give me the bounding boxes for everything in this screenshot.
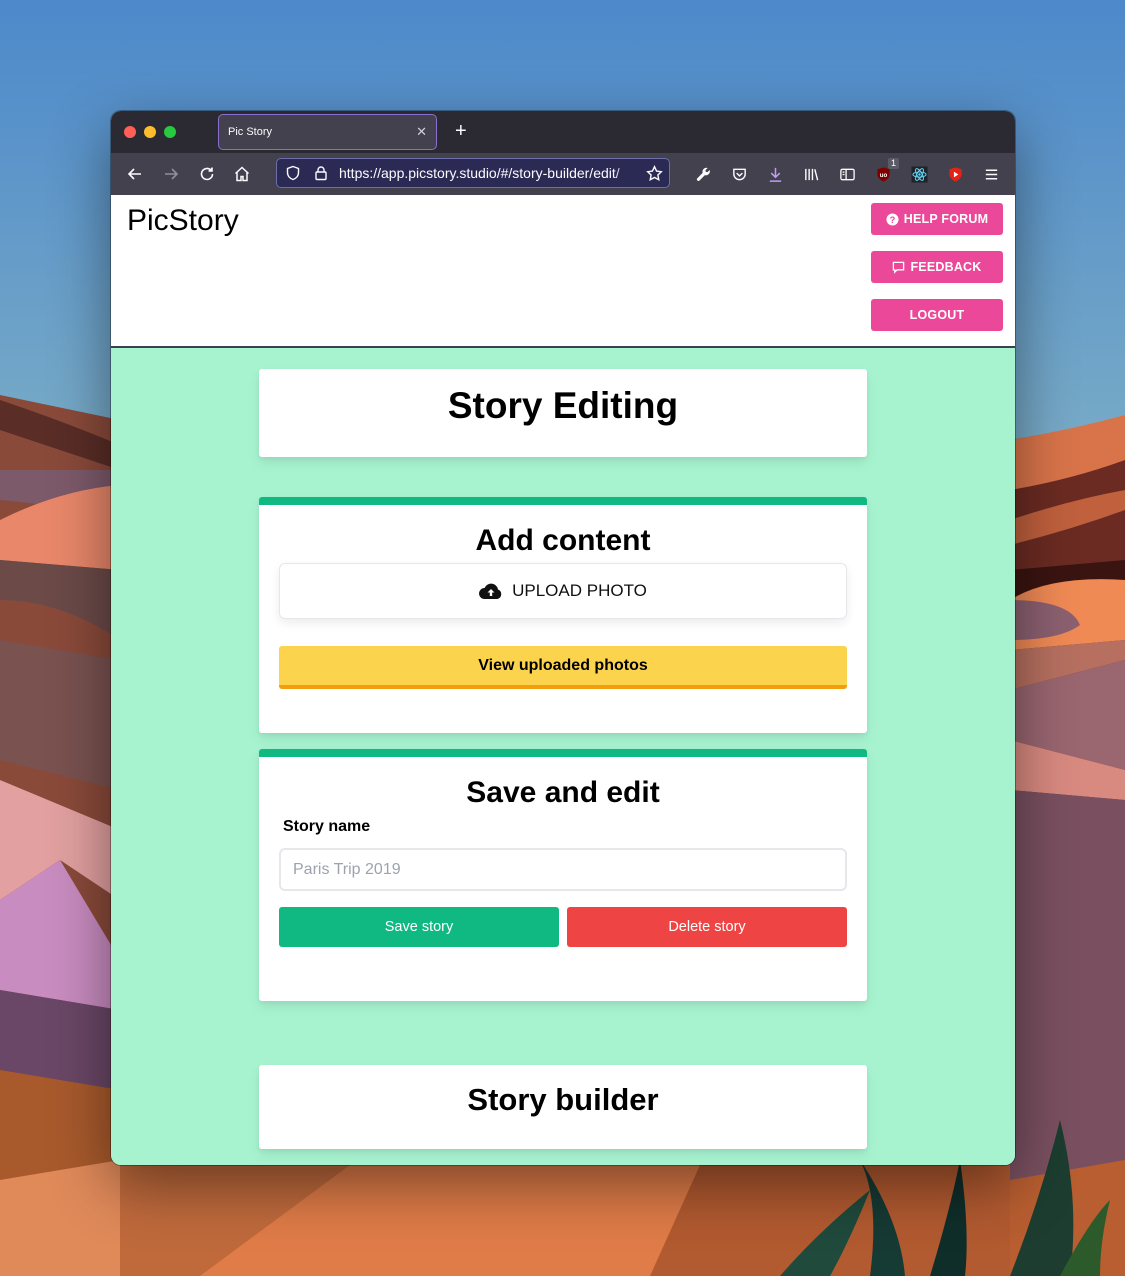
arrow-right-icon xyxy=(165,168,179,180)
react-devtools-button[interactable] xyxy=(909,164,929,184)
header-actions: ? HELP FORUM FEEDBACK LOGOUT xyxy=(871,203,1003,331)
story-builder-card: Story builder xyxy=(259,1065,867,1149)
reload-icon xyxy=(200,167,214,181)
url-text[interactable]: https://app.picstory.studio/#/story-buil… xyxy=(339,165,637,181)
story-builder-title: Story builder xyxy=(467,1082,659,1117)
svg-text:?: ? xyxy=(889,214,895,224)
youtube-extension-button[interactable] xyxy=(945,164,965,184)
devtools-button[interactable] xyxy=(693,164,713,184)
brand-logo[interactable]: PicStory xyxy=(127,204,239,238)
new-tab-button[interactable]: + xyxy=(455,121,467,141)
window-controls xyxy=(124,126,176,138)
browser-window: Pic Story ✕ + https://app.picstory.studi… xyxy=(111,111,1015,1165)
extension-badge: 1 xyxy=(887,158,899,169)
help-forum-label: HELP FORUM xyxy=(903,212,989,226)
tab-title: Pic Story xyxy=(228,126,273,138)
pocket-button[interactable] xyxy=(729,164,749,184)
save-and-edit-card: Save and edit Story name Save story Dele… xyxy=(259,749,867,1001)
svg-text:uo: uo xyxy=(879,171,887,178)
maximize-window-button[interactable] xyxy=(164,126,176,138)
story-actions: Save story Delete story xyxy=(279,907,847,947)
minimize-window-button[interactable] xyxy=(144,126,156,138)
save-and-edit-title: Save and edit xyxy=(466,776,660,809)
lock-icon[interactable] xyxy=(313,165,329,181)
library-button[interactable] xyxy=(801,164,821,184)
wrench-icon xyxy=(696,167,710,181)
question-circle-icon: ? xyxy=(886,212,899,226)
view-uploaded-photos-button[interactable]: View uploaded photos xyxy=(279,646,847,689)
chat-bubble-icon xyxy=(893,261,905,274)
sidebar-icon xyxy=(839,168,855,180)
pocket-icon xyxy=(732,168,746,180)
url-bar[interactable]: https://app.picstory.studio/#/story-buil… xyxy=(276,158,670,188)
arrow-left-icon xyxy=(127,168,141,180)
add-content-title: Add content xyxy=(475,524,651,557)
react-icon xyxy=(910,165,928,183)
downloads-button[interactable] xyxy=(765,164,785,184)
ublock-extension-button[interactable]: uo 1 xyxy=(873,158,899,184)
browser-titlebar: Pic Story ✕ + xyxy=(111,111,1015,153)
upload-photo-label: UPLOAD PHOTO xyxy=(512,581,647,600)
forward-button[interactable] xyxy=(160,163,182,185)
story-editing-card: Story Editing xyxy=(259,369,867,457)
add-content-card: Add content UPLOAD PHOTO View uploaded p… xyxy=(259,497,867,733)
sidebar-button[interactable] xyxy=(837,164,857,184)
browser-toolbar: https://app.picstory.studio/#/story-buil… xyxy=(111,153,1015,195)
app-menu-button[interactable] xyxy=(981,164,1001,184)
delete-story-button[interactable]: Delete story xyxy=(567,907,847,947)
page-title: Story Editing xyxy=(447,385,679,426)
home-button[interactable] xyxy=(231,163,253,185)
library-icon xyxy=(804,168,818,180)
back-button[interactable] xyxy=(124,163,146,185)
story-name-input[interactable] xyxy=(279,848,847,891)
save-story-button[interactable]: Save story xyxy=(279,907,559,947)
browser-tab[interactable]: Pic Story ✕ xyxy=(218,114,437,150)
feedback-button[interactable]: FEEDBACK xyxy=(871,251,1003,283)
feedback-label: FEEDBACK xyxy=(910,260,982,274)
story-name-label: Story name xyxy=(283,818,371,835)
close-window-button[interactable] xyxy=(124,126,136,138)
home-icon xyxy=(234,166,250,182)
help-forum-button[interactable]: ? HELP FORUM xyxy=(871,203,1003,235)
download-icon xyxy=(769,167,781,182)
reload-button[interactable] xyxy=(196,163,218,185)
logout-label: LOGOUT xyxy=(909,308,965,322)
hamburger-menu-icon xyxy=(985,169,997,179)
bookmark-star-icon[interactable] xyxy=(646,165,663,182)
upload-photo-button[interactable]: UPLOAD PHOTO xyxy=(279,563,847,619)
app-header: PicStory ? HELP FORUM FEEDBACK LOGOUT xyxy=(111,195,1015,348)
tab-close-icon[interactable]: ✕ xyxy=(416,124,427,140)
logout-button[interactable]: LOGOUT xyxy=(871,299,1003,331)
page-viewport: PicStory ? HELP FORUM FEEDBACK LOGOUT St… xyxy=(111,195,1015,1165)
shield-icon[interactable] xyxy=(285,165,301,181)
youtube-icon xyxy=(948,166,962,182)
cloud-upload-icon xyxy=(479,583,502,599)
